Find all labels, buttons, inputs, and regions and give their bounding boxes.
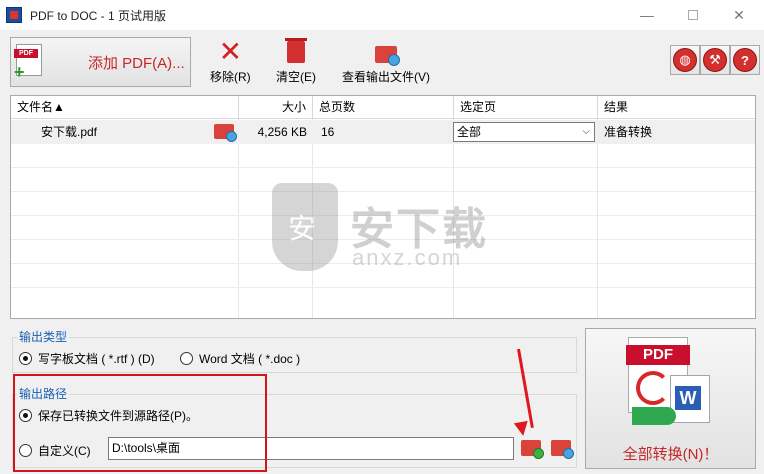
help-icon: ?	[733, 48, 757, 72]
remove-x-icon: ✕	[218, 36, 243, 67]
globe-icon: ◍	[673, 48, 697, 72]
app-icon	[6, 7, 22, 23]
row-pages: 16	[321, 125, 335, 139]
convert-all-label: 全部转换(N)！	[622, 446, 719, 463]
browse-folder-icon[interactable]	[521, 440, 544, 459]
title-bar: PDF to DOC - 1 页试用版 — ✕	[0, 0, 764, 30]
add-pdf-button[interactable]: PDF + 添加 PDF(A)...	[10, 37, 191, 87]
view-output-label: 查看输出文件(V)	[342, 70, 430, 84]
row-result: 准备转换	[604, 125, 653, 139]
tools-icon: ⚒	[703, 48, 727, 72]
close-button[interactable]: ✕	[716, 0, 762, 30]
maximize-icon	[688, 10, 698, 20]
annotation-arrow-head	[513, 420, 531, 438]
window-title: PDF to DOC - 1 页试用版	[30, 8, 167, 23]
table-row[interactable]: 安下载.pdf 4,256 KB 16 全部 ⌵ 准备转换	[11, 120, 755, 144]
open-output-folder-icon[interactable]	[551, 440, 574, 459]
annotation-highlight-box	[13, 374, 267, 472]
column-header-selected[interactable]: 选定页	[454, 96, 598, 119]
open-folder-icon[interactable]	[214, 124, 237, 142]
table-header: 文件名▲ 大小 总页数 选定页 结果	[11, 96, 755, 119]
radio-rtf-indicator	[19, 352, 32, 365]
row-size: 4,256 KB	[257, 125, 307, 139]
minimize-button[interactable]: —	[624, 0, 670, 30]
maximize-button[interactable]	[670, 0, 716, 30]
output-type-title: 输出类型	[17, 328, 70, 345]
add-pdf-icon: PDF +	[14, 44, 48, 81]
pdf-to-word-icon: PDF W	[626, 337, 712, 433]
clear-button[interactable]: 清空(E)	[276, 38, 316, 85]
column-header-filename[interactable]: 文件名▲	[11, 96, 239, 119]
convert-all-button[interactable]: PDF W 全部转换(N)！	[585, 328, 756, 469]
recycle-bin-icon	[285, 38, 307, 63]
remove-button[interactable]: ✕ 移除(R)	[210, 36, 251, 85]
radio-doc[interactable]: Word 文档 ( *.doc )	[180, 350, 300, 367]
add-pdf-label: 添加 PDF(A)...	[88, 54, 185, 72]
column-header-result[interactable]: 结果	[598, 96, 755, 119]
radio-rtf[interactable]: 写字板文档 ( *.rtf ) (D)	[19, 350, 155, 367]
column-header-pages[interactable]: 总页数	[313, 96, 454, 119]
remove-label: 移除(R)	[210, 70, 251, 84]
chevron-down-icon: ⌵	[582, 126, 590, 137]
page-range-select[interactable]: 全部 ⌵	[453, 122, 595, 142]
app-window: PDF to DOC - 1 页试用版 — ✕ PDF + 添加 PDF(A).…	[0, 0, 764, 474]
clear-label: 清空(E)	[276, 70, 316, 84]
row-filename: 安下载.pdf	[41, 125, 98, 139]
column-header-size[interactable]: 大小	[239, 96, 313, 119]
view-output-button[interactable]: 查看输出文件(V)	[342, 40, 430, 85]
folder-search-icon	[375, 45, 400, 66]
page-range-value: 全部	[457, 125, 482, 139]
file-table[interactable]: 文件名▲ 大小 总页数 选定页 结果 安下载.pdf 4,256 KB 16 全…	[10, 95, 756, 319]
radio-doc-indicator	[180, 352, 193, 365]
